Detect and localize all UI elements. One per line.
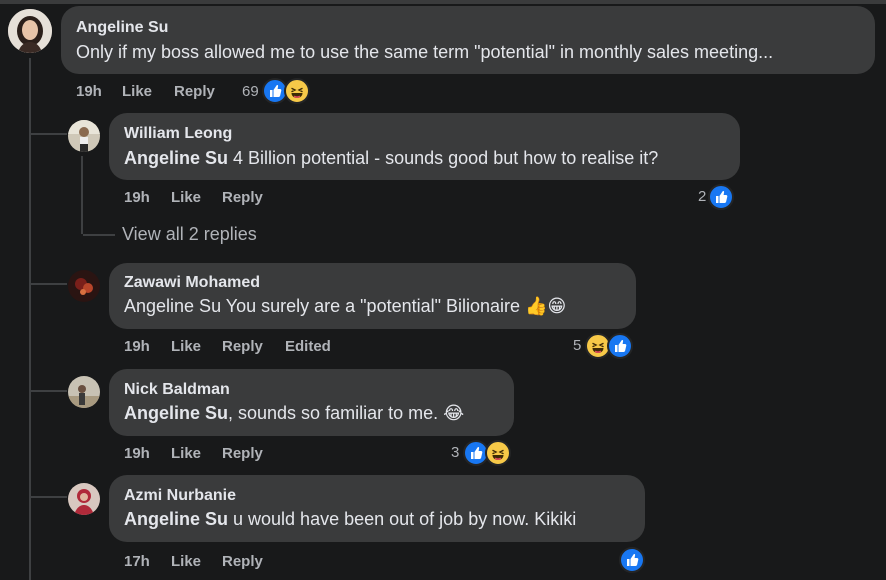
reply-actions: 19h Like Reply (124, 189, 324, 209)
avatar[interactable] (68, 376, 100, 408)
reply-author[interactable]: William Leong (124, 125, 232, 143)
like-button[interactable]: Like (171, 189, 201, 206)
reaction-count: 3 (451, 444, 460, 461)
reply-author[interactable]: Zawawi Mohamed (124, 274, 260, 292)
comment-text: Only if my boss allowed me to use the sa… (76, 42, 774, 62)
reaction-summary[interactable]: 2 (698, 184, 738, 210)
mention-tag[interactable]: Angeline Su (124, 509, 228, 529)
reply-time[interactable]: 19h (124, 338, 150, 355)
reply-button[interactable]: Reply (222, 338, 263, 355)
thread-line-branch (31, 133, 67, 135)
reply-body: , sounds so familiar to me. 😂 (228, 403, 465, 423)
reaction-count: 5 (573, 337, 582, 354)
like-button[interactable]: Like (171, 553, 201, 570)
reply-time[interactable]: 19h (124, 445, 150, 462)
comment-time[interactable]: 19h (76, 83, 102, 100)
reply-author[interactable]: Nick Baldman (124, 381, 230, 399)
reply-text: Angeline Su 4 Billion potential - sounds… (124, 148, 658, 169)
thread-line-branch (31, 283, 67, 285)
reply-body: u would have been out of job by now. Kik… (228, 509, 577, 529)
edited-label[interactable]: Edited (285, 338, 331, 355)
thread-line-branch (31, 496, 67, 498)
reaction-count[interactable]: 69 (242, 83, 259, 100)
reply-time[interactable]: 17h (124, 553, 150, 570)
reply-button[interactable]: Reply (222, 553, 263, 570)
like-button[interactable]: Like (171, 338, 201, 355)
reaction-count: 2 (698, 188, 707, 205)
view-all-replies-link[interactable]: View all 2 replies (122, 224, 257, 245)
reply-actions: 19h Like Reply (124, 445, 324, 465)
avatar[interactable] (8, 9, 52, 53)
reaction-summary[interactable]: 3 (451, 440, 513, 466)
like-reaction-icon (708, 184, 734, 210)
reply-author[interactable]: Azmi Nurbanie (124, 487, 236, 505)
reply-text: Angeline Su u would have been out of job… (124, 509, 576, 530)
top-divider (0, 0, 886, 4)
thread-line-branch (31, 390, 67, 392)
reply-body: 4 Billion potential - sounds good but ho… (228, 148, 659, 168)
thread-line-main (29, 58, 31, 580)
avatar[interactable] (68, 120, 100, 152)
thread-line-nested-branch (83, 234, 115, 236)
reply-bubble (109, 113, 740, 180)
like-reaction-icon (607, 333, 633, 359)
mention-tag[interactable]: Angeline Su (124, 403, 228, 423)
haha-reaction-icon (485, 440, 511, 466)
reply-button[interactable]: Reply (174, 83, 215, 100)
reply-time[interactable]: 19h (124, 189, 150, 206)
like-button[interactable]: Like (122, 83, 152, 100)
reaction-summary[interactable]: 5 (573, 333, 635, 359)
avatar[interactable] (68, 270, 100, 302)
reply-actions: 17h Like Reply (124, 553, 324, 573)
comment-author[interactable]: Angeline Su (76, 19, 168, 37)
reply-button[interactable]: Reply (222, 445, 263, 462)
comment-bubble (61, 6, 875, 74)
avatar[interactable] (68, 483, 100, 515)
reply-actions: 19h Like Reply Edited (124, 338, 364, 358)
reply-button[interactable]: Reply (222, 189, 263, 206)
reply-text: Angeline Su, sounds so familiar to me. 😂 (124, 403, 464, 424)
haha-reaction-icon (284, 78, 310, 104)
mention-tag[interactable]: Angeline Su (124, 148, 228, 168)
thread-line-nested (81, 156, 83, 234)
like-reaction-icon[interactable] (619, 547, 645, 573)
reply-text: Angeline Su You surely are a "potential"… (124, 296, 567, 316)
like-button[interactable]: Like (171, 445, 201, 462)
